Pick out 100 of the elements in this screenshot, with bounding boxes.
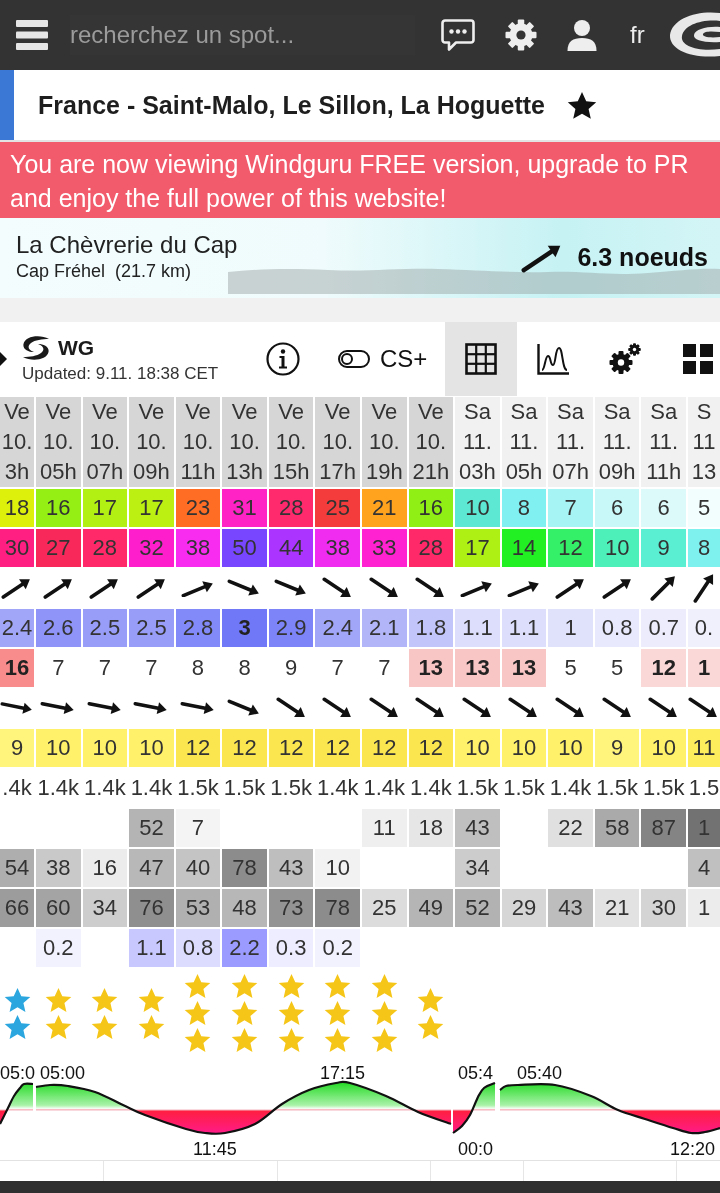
menu-icon[interactable]	[16, 20, 48, 50]
hour-label: 05h	[39, 458, 77, 486]
wave-period-value: 7	[144, 654, 159, 682]
altitude-value: 1.5k	[455, 774, 500, 802]
hour-label: 03h	[459, 458, 496, 486]
wave-period-value: 8	[237, 654, 252, 682]
gust-value: 30	[0, 529, 34, 567]
wave-period-value: 1	[688, 649, 720, 687]
temperature-value: 12	[315, 729, 360, 767]
logo-icon[interactable]	[668, 10, 720, 60]
arrow-icon	[554, 576, 587, 600]
arrow-icon	[89, 576, 121, 600]
gust-value: 10	[594, 529, 640, 567]
info-icon[interactable]	[266, 342, 300, 376]
tide-time-label: 00:0	[458, 1139, 494, 1159]
language-button[interactable]: fr	[630, 21, 645, 49]
day-label: Ve	[45, 398, 72, 426]
gust-value: 8	[688, 529, 720, 567]
wave-height-value: 0.	[688, 609, 720, 647]
hour-label: 05h	[505, 458, 543, 486]
altitude-value: 1.5k	[176, 774, 220, 802]
gust-value: 38	[175, 529, 221, 567]
wave-height-value: 1.8	[408, 609, 454, 647]
altitude-value: 1.4k	[362, 774, 407, 802]
arrow-icon	[692, 572, 716, 604]
arrow-icon	[275, 696, 307, 720]
cloud-cover-value: 11	[362, 809, 407, 847]
user-icon[interactable]	[567, 19, 597, 51]
arrow-icon	[86, 699, 123, 717]
cloud-cover-value: 34	[82, 889, 128, 927]
wave-height-value: 0.8	[594, 609, 640, 647]
date-label: 11.	[602, 428, 632, 456]
hour-label: 13h	[226, 458, 263, 486]
gust-value: 28	[408, 529, 454, 567]
hour-label: 21h	[412, 458, 450, 486]
update-time: Updated: 9.11. 18:38 CET	[22, 363, 220, 384]
cloud-cover-value: 16	[82, 849, 128, 887]
day-label: Sa	[510, 398, 538, 426]
wave-height-value: 1.1	[455, 609, 500, 647]
arrow-icon	[650, 574, 678, 602]
cloud-cover-value: 87	[641, 809, 686, 847]
date-label: 11.	[462, 428, 492, 456]
wave-period-value: 16	[0, 649, 34, 687]
layout-icon[interactable]	[683, 344, 714, 374]
hour-label: 11h	[646, 458, 682, 486]
date-label: 10.	[43, 428, 74, 456]
hour-label: 09h	[598, 458, 636, 486]
temperature-value: 10	[36, 729, 81, 767]
date-label: 11	[692, 428, 716, 456]
wave-period-value: 9	[284, 654, 299, 682]
arrow-icon	[461, 696, 493, 720]
cloud-cover-value: 4	[688, 849, 720, 887]
date-label: 10.	[322, 428, 353, 456]
rain-value: 0.2	[315, 929, 360, 967]
cloud-cover-value: 48	[222, 889, 267, 927]
day-label: Ve	[324, 398, 351, 426]
caret-icon[interactable]	[0, 352, 7, 366]
view-tab[interactable]	[445, 322, 518, 396]
tide-time-label: 05:0	[0, 1063, 36, 1083]
wave-period-value: 7	[97, 654, 112, 682]
arrow-icon	[601, 696, 633, 720]
cloud-cover-value: 52	[129, 809, 174, 847]
chat-icon[interactable]	[441, 19, 475, 51]
wind-speed-value: 6	[594, 489, 640, 527]
hour-label: 17h	[319, 458, 357, 486]
wave-height-value: 0.7	[641, 609, 686, 647]
arrow-icon	[0, 699, 34, 717]
nearby-station-panel[interactable]: La Chèvrerie du Cap Cap Fréhel (21.7 km) 6.3 noeuds	[0, 218, 720, 298]
logo-icon	[22, 334, 50, 361]
wind-speed-value: 7	[548, 489, 593, 527]
cloud-cover-value: 7	[175, 809, 221, 847]
wind-speed-value: 23	[175, 489, 221, 527]
accent-bar	[0, 70, 14, 140]
wave-period-value: 5	[610, 654, 625, 682]
cloud-cover-value: 76	[129, 889, 174, 927]
temperature-value: 12	[268, 729, 314, 767]
cloud-cover-value: 43	[268, 849, 314, 887]
star-icon[interactable]	[567, 90, 597, 120]
date-label: 10.	[182, 428, 214, 456]
cloud-cover-value: 34	[455, 849, 500, 887]
rain-value: 0.3	[268, 929, 314, 967]
temperature-value: 11	[688, 729, 720, 767]
station-location: Cap Fréhel (21.7 km)	[16, 260, 193, 282]
wave-height-value: 2.8	[175, 609, 221, 647]
date-label: 11.	[509, 428, 539, 456]
cloud-cover-value: 52	[455, 889, 500, 927]
day-label: Sa	[603, 398, 631, 426]
altitude-value: 1.5	[688, 774, 720, 802]
gust-value: 17	[455, 529, 500, 567]
arrow-icon	[227, 578, 262, 598]
arrow-icon	[135, 576, 167, 600]
arrow-icon	[415, 576, 447, 600]
day-label: Ve	[4, 398, 30, 426]
hour-label: 09h	[133, 458, 170, 486]
arrow-icon	[227, 698, 262, 718]
temperature-value: 10	[455, 729, 500, 767]
model-name: WG	[58, 335, 95, 360]
wave-height-value: 2.4	[315, 609, 360, 647]
cs-toggle[interactable]: CS+	[338, 345, 428, 373]
gears-icon[interactable]	[609, 343, 642, 375]
